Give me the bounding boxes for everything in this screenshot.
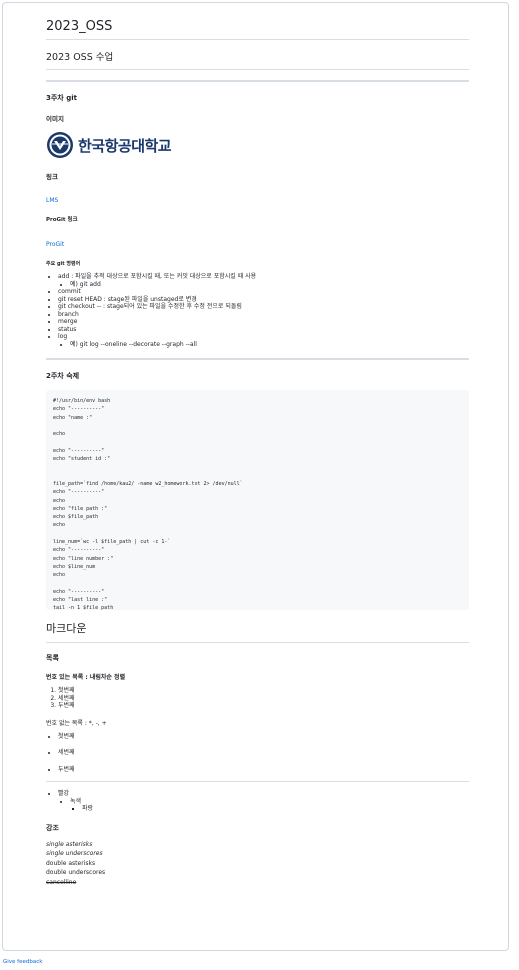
- ordered-list-heading: 번호 있는 목록 : 내림차순 정렬: [46, 674, 126, 681]
- git-command-item: branch: [58, 311, 469, 319]
- list-item: 두번째: [58, 702, 469, 710]
- give-feedback-link[interactable]: Give feedback: [3, 959, 42, 965]
- lms-link[interactable]: LMS: [46, 197, 58, 204]
- git-command-item: git checkout -- : stage되어 있는 파일을 수정한 후 수…: [58, 303, 469, 311]
- git-command-item: log예) git log --oneline --decorate --gra…: [58, 333, 469, 348]
- code-block: #!/usr/bin/env bash echo "----------" ec…: [46, 390, 469, 610]
- markdown-body: 2023_OSS 2023 OSS 수업 3주차 git 이미지 한국항공대학교…: [46, 13, 469, 887]
- ordered-list: 첫번째 세번째 두번째: [46, 687, 469, 710]
- git-command-item: status: [58, 326, 469, 334]
- list-heading: 목록: [46, 654, 59, 662]
- university-logo: 한국항공대학교: [46, 131, 469, 159]
- unordered-list-heading: 번호 없는 목록 : *, -, +: [46, 719, 107, 727]
- git-commands-list: add : 파일을 추적 대상으로 포함시킬 때, 또는 커밋 대상으로 포함시…: [46, 273, 469, 348]
- git-command-item: merge: [58, 318, 469, 326]
- list-item: 녹색 파랑: [70, 798, 469, 813]
- git-command-example: 예) git log --oneline --decorate --graph …: [70, 341, 469, 349]
- page-subtitle: 2023 OSS 수업: [46, 49, 469, 70]
- git-command-item: git reset HEAD : stage된 파일을 unstaged로 변경: [58, 296, 469, 304]
- list-item: 파랑: [82, 805, 469, 813]
- italic-text: single underscores: [46, 850, 103, 858]
- list-item: 첫번째: [58, 733, 469, 741]
- list-item: 두번째: [58, 766, 469, 774]
- nested-list: 빨강 녹색 파랑: [46, 790, 469, 813]
- progit-heading: ProGit 링크: [46, 217, 78, 223]
- list-item: 빨강 녹색 파랑: [58, 790, 469, 813]
- document-card: 2023_OSS 2023 OSS 수업 3주차 git 이미지 한국항공대학교…: [2, 2, 509, 951]
- progit-link[interactable]: ProGit: [46, 241, 64, 248]
- git-command-item: add : 파일을 추적 대상으로 포함시킬 때, 또는 커밋 대상으로 포함시…: [58, 273, 469, 288]
- strikethrough-text: cancelline: [46, 878, 77, 886]
- git-command-example: 예) git add: [70, 281, 469, 289]
- emphasis-heading: 강조: [46, 823, 59, 832]
- week3-heading: 3주차 git: [46, 94, 77, 102]
- markdown-heading: 마크다운: [46, 620, 469, 643]
- italic-text: single asterisks: [46, 840, 93, 848]
- emblem-icon: [47, 132, 73, 158]
- git-commands-heading: 주요 git 명령어: [46, 261, 81, 267]
- link-heading: 링크: [46, 173, 58, 181]
- unordered-list: 첫번째 세번째 두번째: [46, 733, 469, 774]
- bold-text: double underscores: [46, 869, 106, 877]
- image-heading: 이미지: [46, 115, 64, 123]
- list-item: 세번째: [58, 695, 469, 703]
- list-item: 세번째: [58, 749, 469, 757]
- logo-text: 한국항공대학교: [78, 136, 172, 155]
- bold-text: double asterisks: [46, 859, 96, 867]
- list-item: 첫번째: [58, 687, 469, 695]
- emphasis-block: single asterisks single underscores doub…: [46, 840, 469, 888]
- week2-heading: 2주차 숙제: [46, 372, 80, 380]
- page-title: 2023_OSS: [46, 19, 469, 40]
- git-command-item: commit: [58, 288, 469, 296]
